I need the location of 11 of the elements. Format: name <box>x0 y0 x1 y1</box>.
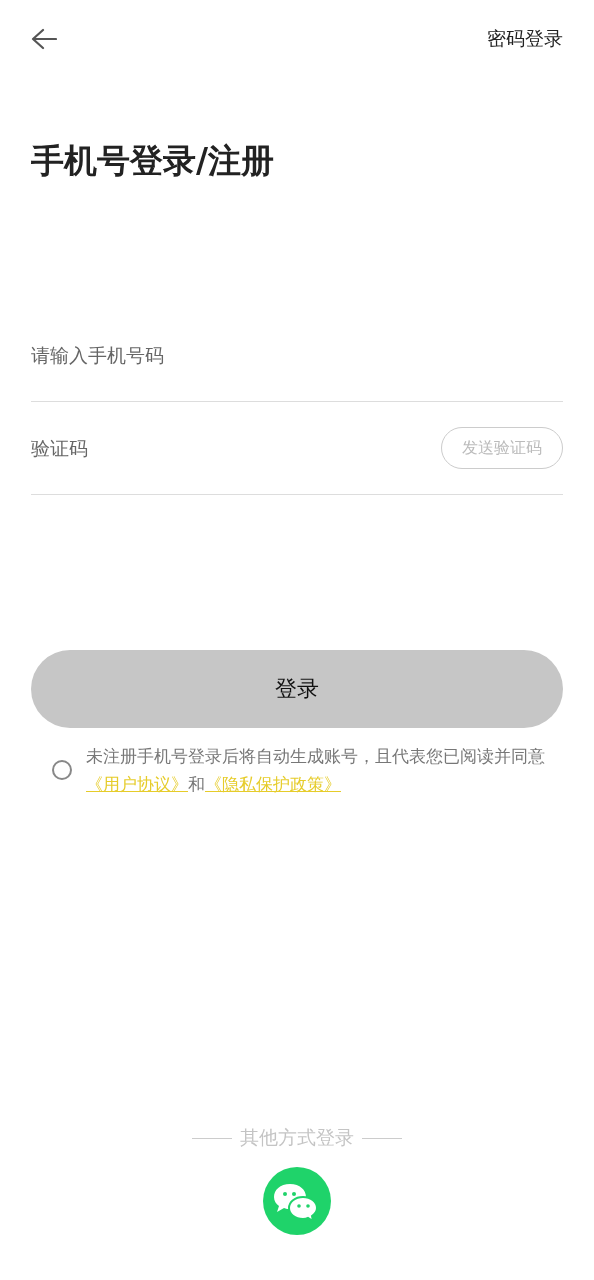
phone-input-field[interactable]: 请输入手机号码 <box>31 344 563 366</box>
code-input-field[interactable]: 验证码 <box>31 437 441 459</box>
chat-bubbles-icon[interactable] <box>263 1167 331 1235</box>
agreement-text: 未注册手机号登录后将自动生成账号，且代表您已阅读并同意 《用户协议》和《隐私保护政策》 <box>86 745 546 796</box>
privacy-policy-link[interactable]: 《隐私保护政策》 <box>205 774 341 794</box>
other-login-label: 其他方式登录 <box>240 1125 354 1150</box>
user-agreement-link[interactable]: 《用户协议》 <box>86 774 188 794</box>
agreement-radio[interactable] <box>52 760 72 780</box>
page-title: 手机号登录/注册 <box>31 140 276 182</box>
back-icon[interactable] <box>31 28 57 50</box>
password-login-link[interactable]: 密码登录 <box>487 26 563 52</box>
